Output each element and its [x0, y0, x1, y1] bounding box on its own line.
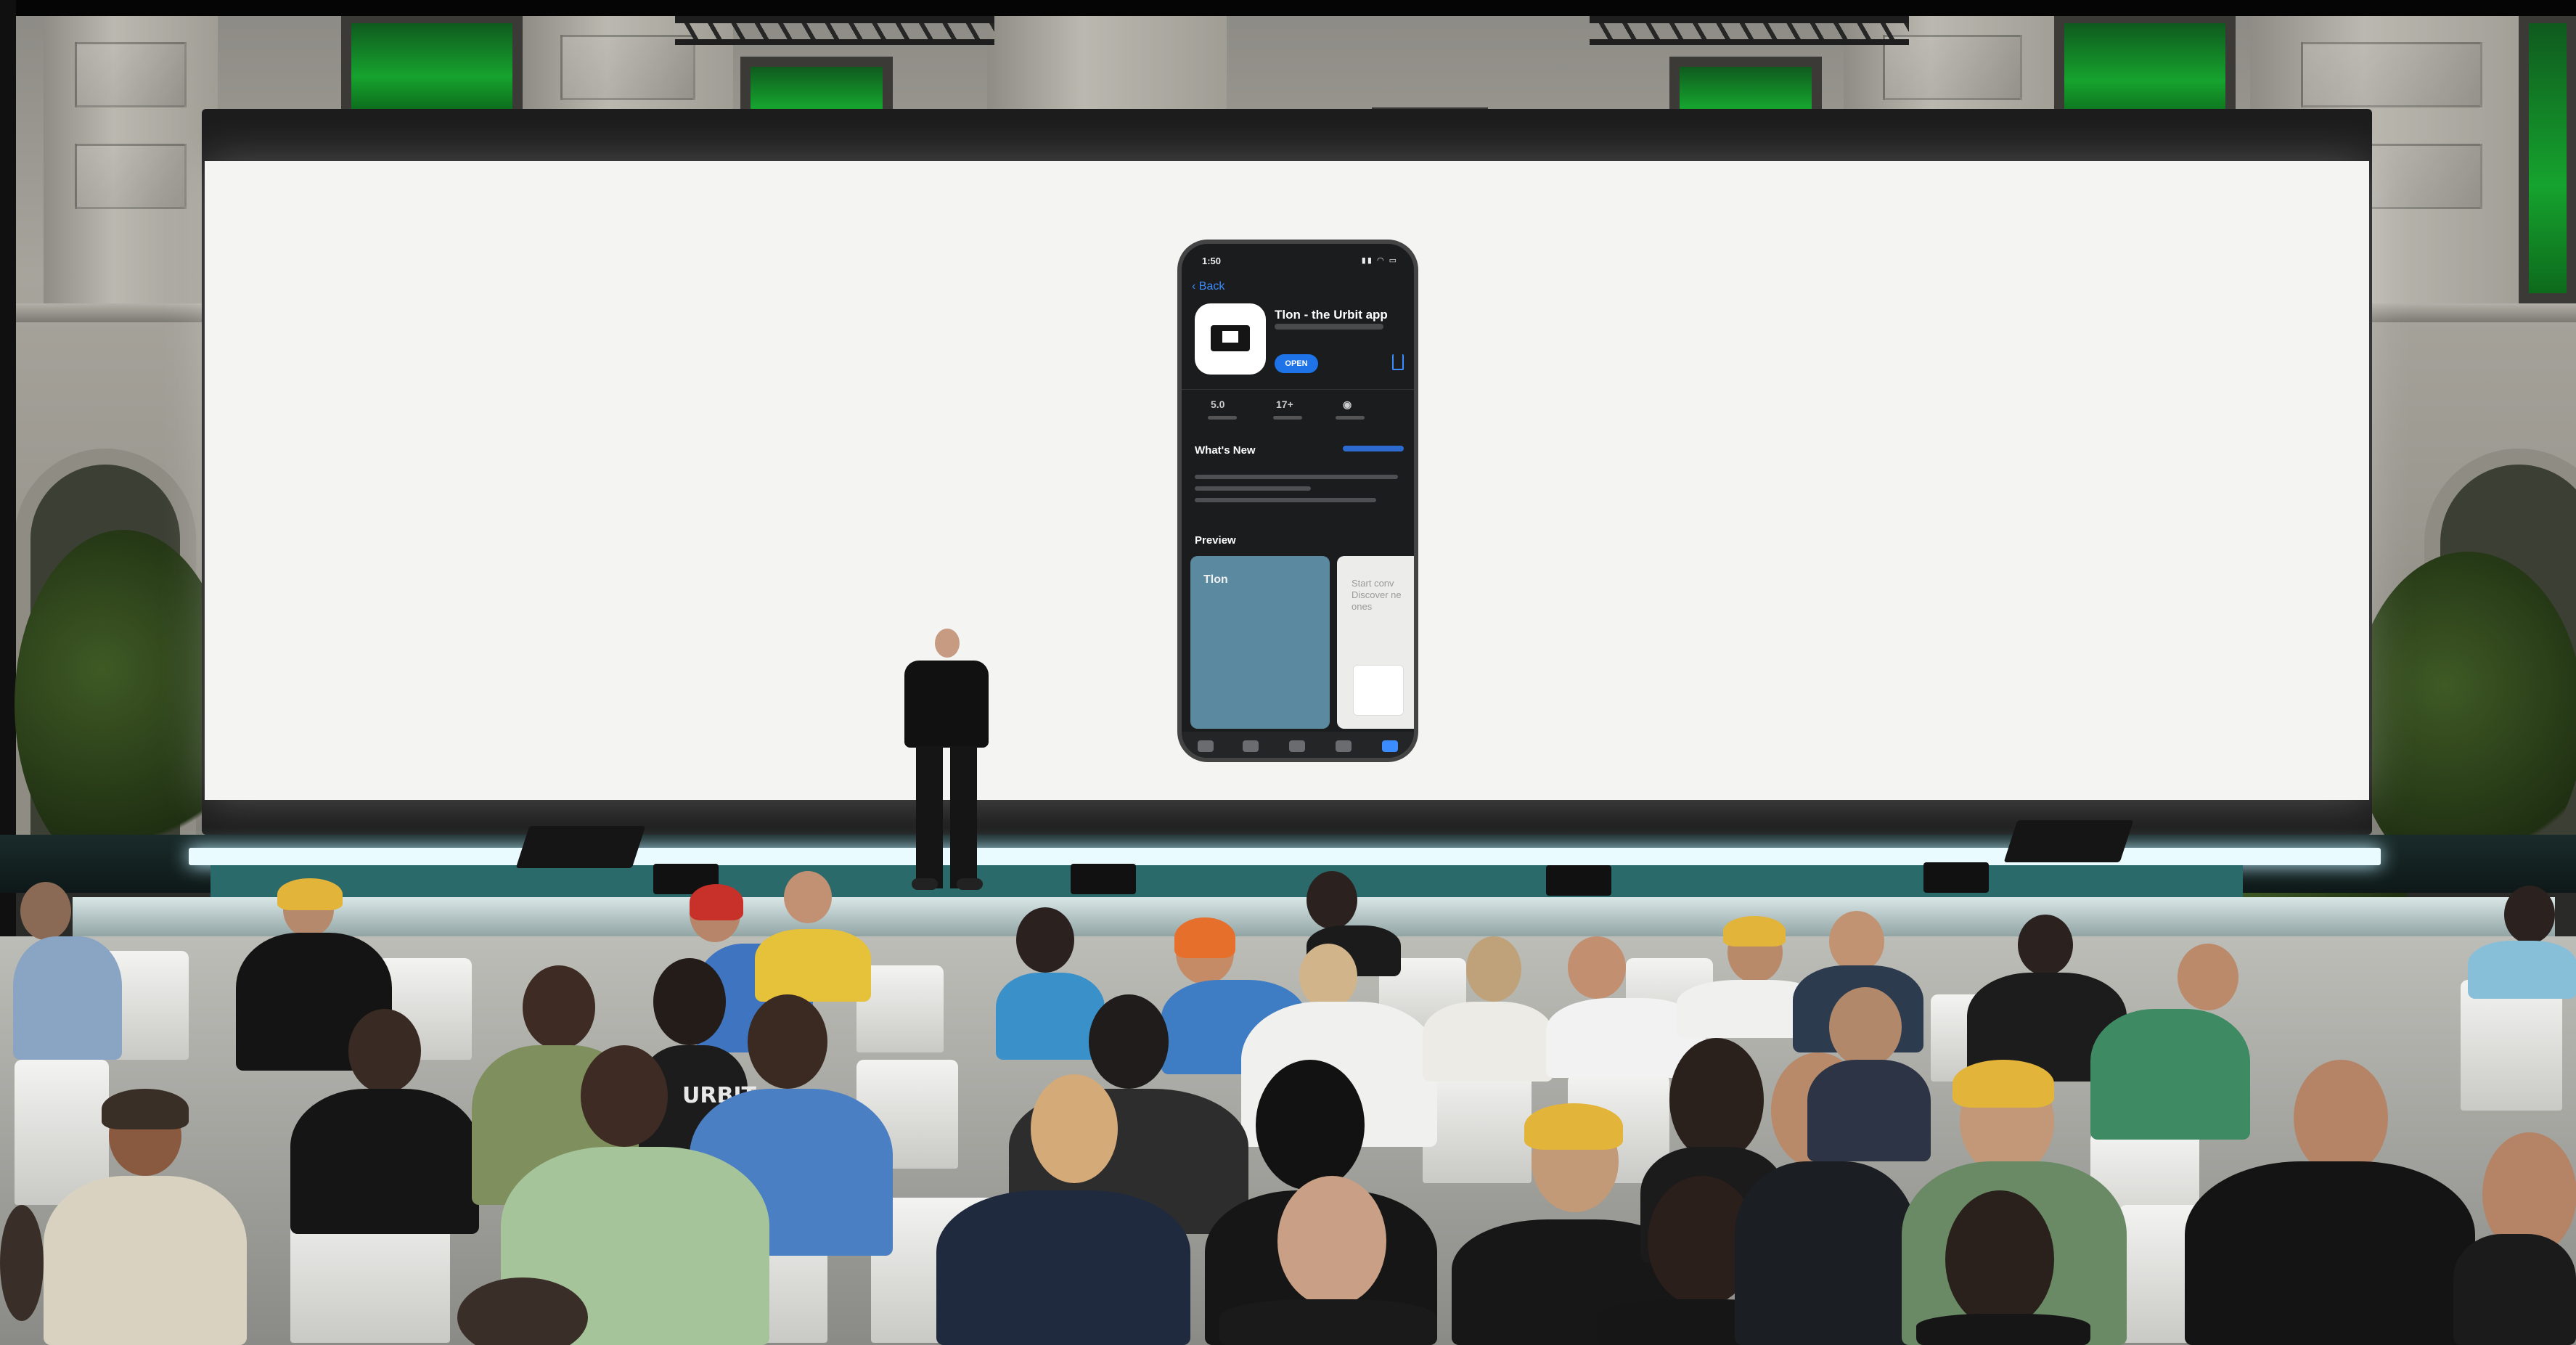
- window: [2519, 13, 2576, 303]
- preview-heading: Preview: [1195, 534, 1236, 547]
- stage-speaker: [1546, 865, 1611, 896]
- presenter-head: [935, 629, 960, 658]
- tab-today-icon: [1198, 740, 1214, 752]
- stage-speaker: [1923, 862, 1989, 893]
- status-time: 1:50: [1202, 255, 1222, 266]
- tab-games-icon: [1243, 740, 1259, 752]
- tlon-logo-icon: [1211, 325, 1250, 351]
- red-head-scarf: [690, 884, 743, 920]
- age-rating-sub: [1273, 416, 1302, 420]
- presenter-torso: [904, 661, 989, 748]
- yellow-cap: [277, 878, 343, 910]
- preview-screenshot-2: Start conv Discover ne ones: [1337, 556, 1414, 729]
- app-title: Tlon - the Urbit app: [1275, 308, 1388, 322]
- version-history-link: [1343, 446, 1404, 451]
- event-scene: 1:50 ▮▮ ◠ ▭ ‹ Back Tlon - the Urbit app …: [0, 0, 2576, 1345]
- stage-monitor-left: [515, 826, 646, 868]
- chair: [2461, 980, 2562, 1111]
- open-button: OPEN: [1275, 354, 1318, 373]
- preview-2-text: Start conv Discover ne ones: [1352, 578, 1402, 612]
- stage-speaker: [1071, 864, 1136, 894]
- preview-1-label: Tlon: [1203, 573, 1228, 586]
- plant-left: [15, 530, 232, 878]
- share-icon: [1392, 354, 1404, 370]
- frame-top: [0, 0, 2576, 16]
- presenter-legs: [916, 746, 977, 888]
- whats-new-heading: What's New: [1195, 444, 1256, 457]
- lighting-truss: [675, 16, 994, 45]
- tab-bar: [1182, 732, 1414, 758]
- chair: [1423, 1067, 1532, 1183]
- pillar-left: [44, 13, 218, 318]
- lighting-truss: [1590, 16, 1909, 45]
- app-stats: 5.0 17+ ◉: [1182, 389, 1414, 433]
- release-note-line: [1195, 475, 1398, 479]
- presenter-shoe: [957, 878, 983, 890]
- tab-search-icon: [1382, 740, 1398, 752]
- window: [341, 13, 523, 122]
- preview-card: [1353, 665, 1404, 716]
- status-icons: ▮▮ ◠ ▭: [1361, 256, 1398, 265]
- back-link: ‹ Back: [1192, 280, 1225, 293]
- yellow-cap: [1723, 916, 1786, 947]
- developer-sub: [1336, 416, 1365, 420]
- app-store-phone-mockup: 1:50 ▮▮ ◠ ▭ ‹ Back Tlon - the Urbit app …: [1177, 240, 1418, 762]
- dark-cap: [102, 1089, 189, 1129]
- presenter-shoe: [912, 878, 938, 890]
- preview-screenshot-1: Tlon: [1190, 556, 1330, 729]
- yellow-cap: [1524, 1103, 1623, 1150]
- age-rating-value: 17+: [1276, 398, 1293, 410]
- developer-icon: ◉: [1343, 398, 1352, 410]
- app-subtitle-blur: [1275, 324, 1383, 330]
- tab-apps-icon: [1289, 740, 1305, 752]
- back-label: Back: [1198, 280, 1225, 293]
- tab-arcade-icon: [1336, 740, 1352, 752]
- app-icon: [1195, 303, 1266, 375]
- stage-monitor-right: [2003, 820, 2134, 862]
- orange-beanie: [1174, 917, 1235, 958]
- rating-value: 5.0: [1211, 398, 1225, 410]
- yellow-cap: [1953, 1060, 2054, 1108]
- stars-icon: [1208, 416, 1237, 420]
- release-note-line: [1195, 486, 1311, 491]
- release-note-line: [1195, 498, 1376, 502]
